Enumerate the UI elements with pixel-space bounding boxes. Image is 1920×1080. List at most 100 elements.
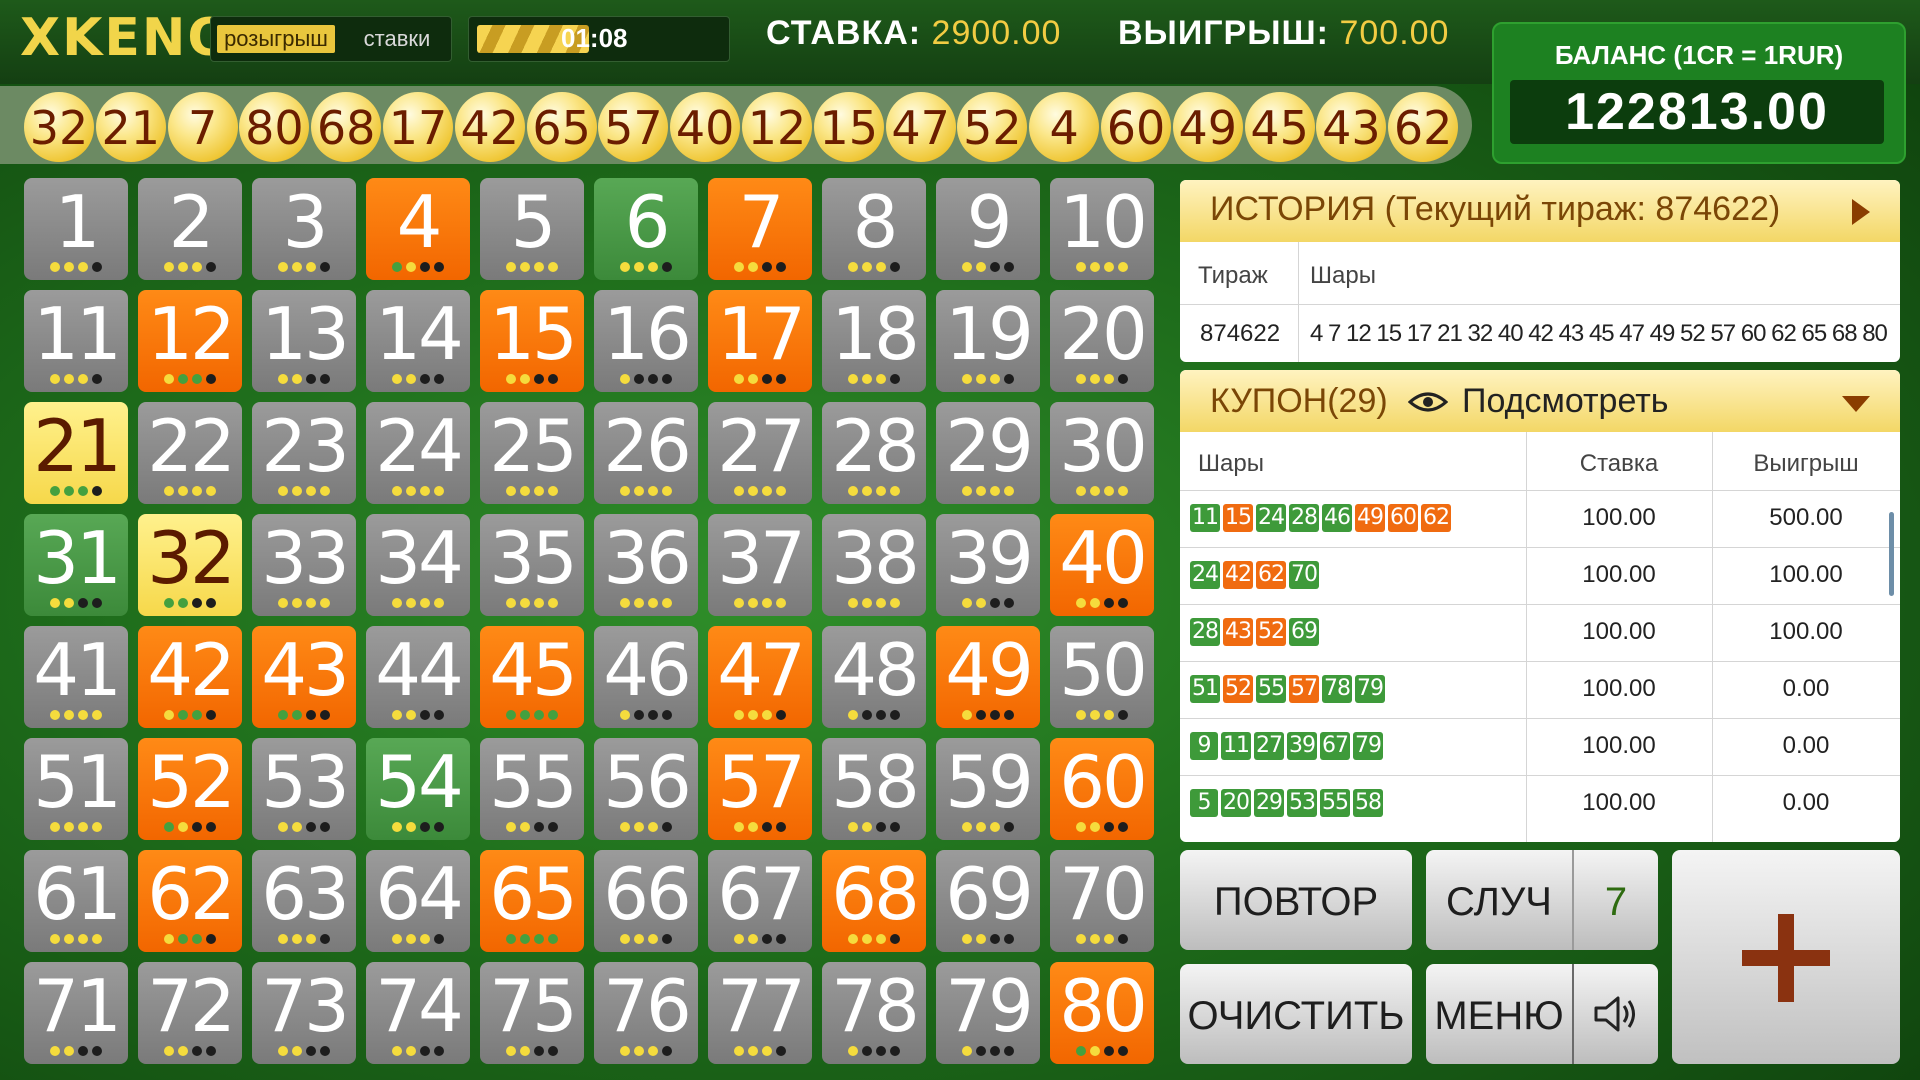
board-cell-29[interactable]: 29 <box>936 402 1040 504</box>
board-cell-28[interactable]: 28 <box>822 402 926 504</box>
board-cell-39[interactable]: 39 <box>936 514 1040 616</box>
board-cell-69[interactable]: 69 <box>936 850 1040 952</box>
menu-button[interactable]: МЕНЮ <box>1426 964 1572 1068</box>
board-cell-50[interactable]: 50 <box>1050 626 1154 728</box>
board-cell-56[interactable]: 56 <box>594 738 698 840</box>
board-cell-10[interactable]: 10 <box>1050 178 1154 280</box>
coupon-row[interactable]: 5 20 29 53 55 58 100.00 0.00 <box>1180 775 1886 832</box>
board-cell-4[interactable]: 4 <box>366 178 470 280</box>
board-cell-48[interactable]: 48 <box>822 626 926 728</box>
board-cell-49[interactable]: 49 <box>936 626 1040 728</box>
add-coupon-button[interactable] <box>1672 850 1900 1064</box>
board-cell-15[interactable]: 15 <box>480 290 584 392</box>
board-cell-51[interactable]: 51 <box>24 738 128 840</box>
coupon-scrollbar[interactable] <box>1889 512 1894 596</box>
board-cell-75[interactable]: 75 <box>480 962 584 1064</box>
board-cell-78[interactable]: 78 <box>822 962 926 1064</box>
board-cell-68[interactable]: 68 <box>822 850 926 952</box>
board-cell-44[interactable]: 44 <box>366 626 470 728</box>
board-cell-74[interactable]: 74 <box>366 962 470 1064</box>
board-cell-22[interactable]: 22 <box>138 402 242 504</box>
mode-draw-button[interactable]: розыгрыш <box>217 25 335 53</box>
board-cell-16[interactable]: 16 <box>594 290 698 392</box>
board-cell-80[interactable]: 80 <box>1050 962 1154 1064</box>
board-cell-67[interactable]: 67 <box>708 850 812 952</box>
board-cell-35[interactable]: 35 <box>480 514 584 616</box>
coupon-row[interactable]: 51 52 55 57 78 79 100.00 0.00 <box>1180 661 1886 718</box>
board-cell-42[interactable]: 42 <box>138 626 242 728</box>
random-button[interactable]: СЛУЧ 7 <box>1426 850 1658 950</box>
board-cell-64[interactable]: 64 <box>366 850 470 952</box>
board-cell-62[interactable]: 62 <box>138 850 242 952</box>
board-cell-63[interactable]: 63 <box>252 850 356 952</box>
board-cell-43[interactable]: 43 <box>252 626 356 728</box>
board-cell-3[interactable]: 3 <box>252 178 356 280</box>
board-cell-59[interactable]: 59 <box>936 738 1040 840</box>
board-cell-77[interactable]: 77 <box>708 962 812 1064</box>
board-cell-45[interactable]: 45 <box>480 626 584 728</box>
board-cell-41[interactable]: 41 <box>24 626 128 728</box>
board-cell-40[interactable]: 40 <box>1050 514 1154 616</box>
board-cell-8[interactable]: 8 <box>822 178 926 280</box>
board-cell-37[interactable]: 37 <box>708 514 812 616</box>
board-cell-55[interactable]: 55 <box>480 738 584 840</box>
board-cell-18[interactable]: 18 <box>822 290 926 392</box>
board-cell-79[interactable]: 79 <box>936 962 1040 1064</box>
board-cell-54[interactable]: 54 <box>366 738 470 840</box>
board-cell-33[interactable]: 33 <box>252 514 356 616</box>
board-cell-25[interactable]: 25 <box>480 402 584 504</box>
random-count[interactable]: 7 <box>1574 850 1658 954</box>
board-cell-71[interactable]: 71 <box>24 962 128 1064</box>
board-cell-34[interactable]: 34 <box>366 514 470 616</box>
board-cell-2[interactable]: 2 <box>138 178 242 280</box>
mode-bets-button[interactable]: ставки <box>347 25 447 53</box>
board-cell-61[interactable]: 61 <box>24 850 128 952</box>
board-cell-26[interactable]: 26 <box>594 402 698 504</box>
peek-button[interactable]: Подсмотреть <box>1462 382 1669 421</box>
board-cell-76[interactable]: 76 <box>594 962 698 1064</box>
board-cell-60[interactable]: 60 <box>1050 738 1154 840</box>
board-cell-19[interactable]: 19 <box>936 290 1040 392</box>
sound-icon[interactable] <box>1594 994 1640 1034</box>
expand-right-icon[interactable] <box>1852 199 1870 225</box>
coupon-row[interactable]: 11 15 24 28 46 49 60 62 100.00 500.00 <box>1180 490 1886 547</box>
repeat-button[interactable]: ПОВТОР <box>1180 850 1412 950</box>
board-cell-65[interactable]: 65 <box>480 850 584 952</box>
clear-button[interactable]: ОЧИСТИТЬ <box>1180 964 1412 1064</box>
eye-icon[interactable] <box>1408 390 1448 414</box>
coupon-row[interactable]: 24 42 62 70 100.00 100.00 <box>1180 547 1886 604</box>
board-cell-27[interactable]: 27 <box>708 402 812 504</box>
board-cell-46[interactable]: 46 <box>594 626 698 728</box>
board-cell-66[interactable]: 66 <box>594 850 698 952</box>
coupon-row[interactable]: 9 11 27 39 67 79 100.00 0.00 <box>1180 718 1886 775</box>
board-cell-24[interactable]: 24 <box>366 402 470 504</box>
board-cell-11[interactable]: 11 <box>24 290 128 392</box>
board-cell-70[interactable]: 70 <box>1050 850 1154 952</box>
board-cell-47[interactable]: 47 <box>708 626 812 728</box>
board-cell-14[interactable]: 14 <box>366 290 470 392</box>
coupon-header[interactable]: КУПОН(29) Подсмотреть <box>1180 370 1900 432</box>
board-cell-23[interactable]: 23 <box>252 402 356 504</box>
board-cell-32[interactable]: 32 <box>138 514 242 616</box>
board-cell-58[interactable]: 58 <box>822 738 926 840</box>
board-cell-9[interactable]: 9 <box>936 178 1040 280</box>
board-cell-72[interactable]: 72 <box>138 962 242 1064</box>
board-cell-57[interactable]: 57 <box>708 738 812 840</box>
board-cell-5[interactable]: 5 <box>480 178 584 280</box>
coupon-row[interactable]: 28 43 52 69 100.00 100.00 <box>1180 604 1886 661</box>
board-cell-6[interactable]: 6 <box>594 178 698 280</box>
board-cell-36[interactable]: 36 <box>594 514 698 616</box>
board-cell-12[interactable]: 12 <box>138 290 242 392</box>
board-cell-31[interactable]: 31 <box>24 514 128 616</box>
board-cell-13[interactable]: 13 <box>252 290 356 392</box>
chevron-down-icon[interactable] <box>1842 396 1870 412</box>
history-header[interactable]: ИСТОРИЯ (Текущий тираж: 874622) <box>1180 180 1900 242</box>
board-cell-17[interactable]: 17 <box>708 290 812 392</box>
board-cell-7[interactable]: 7 <box>708 178 812 280</box>
board-cell-73[interactable]: 73 <box>252 962 356 1064</box>
board-cell-53[interactable]: 53 <box>252 738 356 840</box>
board-cell-20[interactable]: 20 <box>1050 290 1154 392</box>
board-cell-21[interactable]: 21 <box>24 402 128 504</box>
board-cell-1[interactable]: 1 <box>24 178 128 280</box>
board-cell-52[interactable]: 52 <box>138 738 242 840</box>
